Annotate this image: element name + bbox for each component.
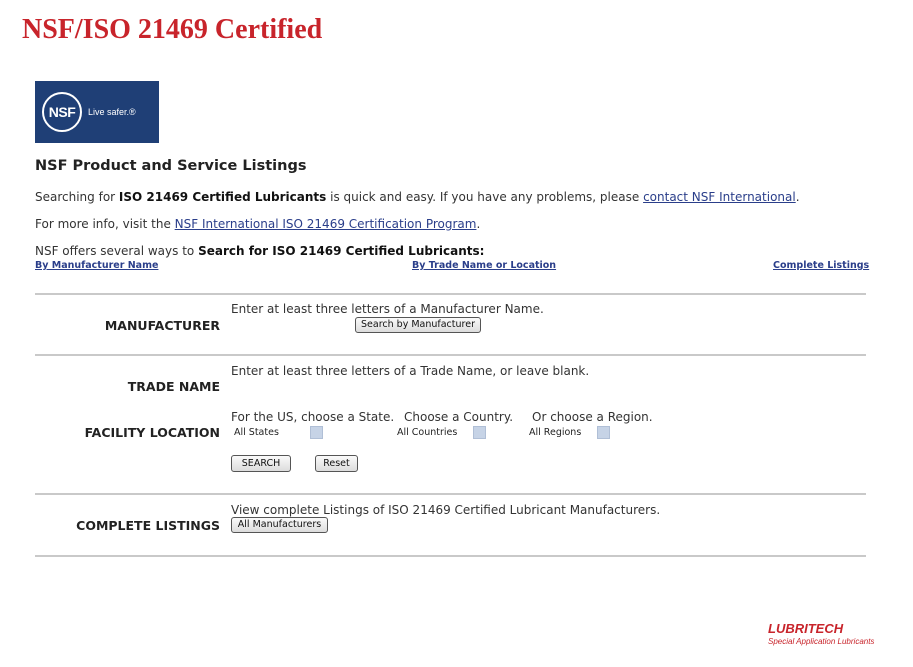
intro-line-3-bold: Search for ISO 21469 Certified Lubricant… (198, 244, 485, 258)
search-by-manufacturer-button[interactable]: Search by Manufacturer (355, 317, 481, 333)
intro-line-1-text: Searching for (35, 190, 119, 204)
nsf-logo-tagline: Live safer.® (88, 107, 136, 117)
contact-nsf-link[interactable]: contact NSF International (643, 190, 796, 204)
search-button[interactable]: SEARCH (231, 455, 291, 472)
section-title: NSF Product and Service Listings (35, 158, 307, 174)
country-select-arrow-icon[interactable] (473, 426, 486, 439)
intro-line-2: For more info, visit the NSF Internation… (35, 217, 480, 231)
intro-line-3-text: NSF offers several ways to (35, 244, 199, 258)
divider (35, 555, 866, 557)
intro-line-3: NSF offers several ways to Search for IS… (35, 244, 484, 258)
nav-by-trade-name-link[interactable]: By Trade Name or Location (412, 260, 556, 271)
country-select-value[interactable]: All Countries (397, 427, 457, 438)
divider (35, 354, 866, 356)
region-select-arrow-icon[interactable] (597, 426, 610, 439)
complete-listings-label: COMPLETE LISTINGS (76, 518, 220, 533)
region-prompt: Or choose a Region. (532, 410, 653, 424)
nsf-logo: NSF Live safer.® (35, 81, 159, 143)
nav-complete-listings-link[interactable]: Complete Listings (773, 260, 869, 271)
state-prompt: For the US, choose a State. (231, 410, 395, 424)
page-title: NSF/ISO 21469 Certified (22, 14, 323, 45)
manufacturer-instruction: Enter at least three letters of a Manufa… (231, 302, 544, 316)
intro-line-1-bold: ISO 21469 Certified Lubricants (118, 190, 327, 204)
all-manufacturers-button[interactable]: All Manufacturers (231, 517, 328, 533)
complete-listings-instruction: View complete Listings of ISO 21469 Cert… (231, 503, 661, 517)
intro-line-1-text-2: is quick and easy. If you have any probl… (326, 190, 644, 204)
facility-location-label: FACILITY LOCATION (84, 425, 220, 440)
divider (35, 293, 866, 295)
trade-name-instruction: Enter at least three letters of a Trade … (231, 364, 590, 378)
reset-button[interactable]: Reset (315, 455, 358, 472)
intro-line-2-end: . (476, 217, 481, 231)
intro-line-1: Searching for ISO 21469 Certified Lubric… (35, 190, 800, 204)
trade-name-label: TRADE NAME (127, 379, 220, 394)
lubritech-tagline: Special Application Lubricants (768, 637, 875, 646)
intro-line-2-text: For more info, visit the (35, 217, 175, 231)
manufacturer-label: MANUFACTURER (104, 318, 220, 333)
country-prompt: Choose a Country. (404, 410, 514, 424)
region-select-value[interactable]: All Regions (529, 427, 581, 438)
divider (35, 493, 866, 495)
nav-by-manufacturer-link[interactable]: By Manufacturer Name (35, 260, 158, 271)
lubritech-logo: LUBRITECH (768, 621, 844, 636)
nsf-logo-mark: NSF (42, 92, 82, 132)
state-select-value[interactable]: All States (234, 427, 279, 438)
intro-line-1-end: . (795, 190, 800, 204)
state-select-arrow-icon[interactable] (310, 426, 323, 439)
certification-program-link[interactable]: NSF International ISO 21469 Certificatio… (175, 217, 477, 231)
